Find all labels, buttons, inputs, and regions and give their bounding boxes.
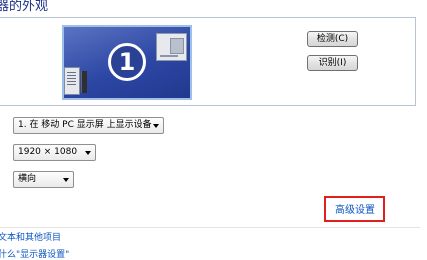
monitor-1-tile[interactable]: 1 [62, 25, 192, 100]
resolution-select[interactable]: 1920 × 1080 [13, 144, 96, 161]
chevron-down-icon [63, 178, 69, 182]
monitor-number-badge: 1 [108, 43, 146, 81]
page-title: 器的外观 [0, 0, 49, 14]
pc-tower-icon [81, 71, 87, 93]
identify-button[interactable]: 识别(I) [307, 55, 358, 71]
display-thumbnail-icon [156, 33, 187, 61]
display-select[interactable]: 1. 在 移动 PC 显示屏 上显示设备 [13, 117, 164, 134]
orientation-select[interactable]: 横向 [13, 171, 74, 188]
display-settings-help-link[interactable]: 什么"显示器设置" [0, 247, 69, 260]
divider [0, 227, 420, 228]
resolution-select-value: 1920 × 1080 [18, 147, 78, 157]
monitor-thumbnail-icon [64, 67, 80, 95]
orientation-select-value: 横向 [18, 174, 37, 184]
detect-button[interactable]: 检测(C) [307, 31, 358, 47]
chevron-down-icon [85, 151, 91, 155]
display-select-value: 1. 在 移动 PC 显示屏 上显示设备 [18, 120, 152, 130]
advanced-settings-link[interactable]: 高级设置 [335, 201, 375, 216]
text-and-items-link[interactable]: 文本和其他项目 [0, 230, 61, 243]
chevron-down-icon [153, 124, 159, 128]
